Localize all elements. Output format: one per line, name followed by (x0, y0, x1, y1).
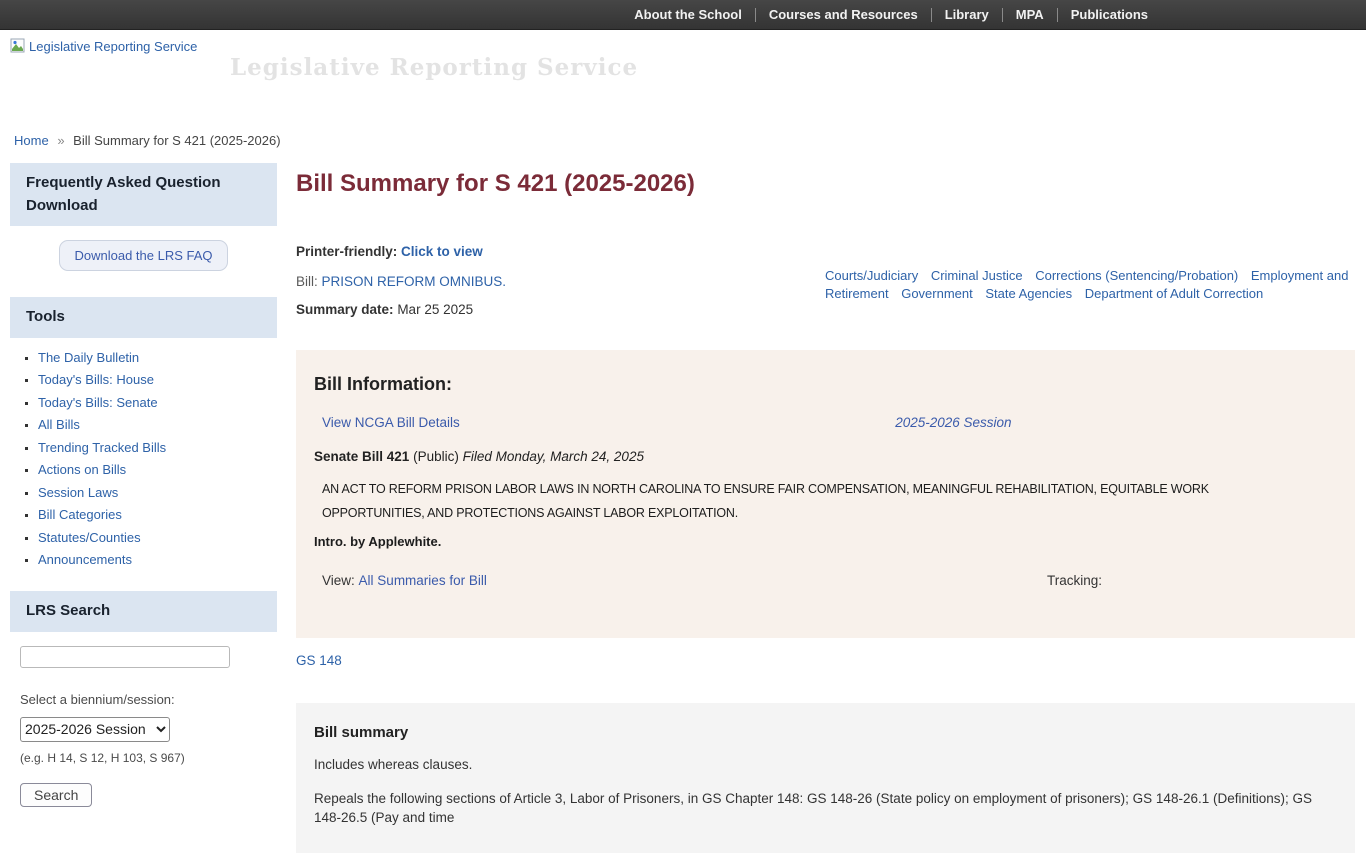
bill-summary-paragraph-2: Repeals the following sections of Articl… (314, 790, 1337, 828)
summary-date-value: Mar 25 2025 (397, 302, 473, 317)
list-item: Session Laws (38, 485, 277, 500)
search-input[interactable] (20, 646, 230, 668)
bill-number: Senate Bill 421 (314, 449, 409, 464)
sidebar-item-actions-on-bills[interactable]: Actions on Bills (38, 462, 126, 477)
list-item: Announcements (38, 552, 277, 567)
sidebar: Frequently Asked Question Download Downl… (10, 163, 277, 807)
nav-about-the-school[interactable]: About the School (634, 7, 742, 22)
nav-publications[interactable]: Publications (1071, 7, 1148, 22)
bill-information-title: Bill Information: (314, 374, 1337, 395)
tracking-label: Tracking: (1047, 573, 1102, 588)
bill-summary-paragraph-1: Includes whereas clauses. (314, 756, 1337, 775)
search-hint: (e.g. H 14, S 12, H 103, S 967) (20, 751, 277, 765)
sidebar-item-announcements[interactable]: Announcements (38, 552, 132, 567)
site-logo-link[interactable]: Legislative Reporting Service (10, 38, 197, 54)
bill-row: Bill: PRISON REFORM OMNIBUS. (296, 274, 825, 289)
list-item: The Daily Bulletin (38, 350, 277, 365)
sidebar-item-statutes-counties[interactable]: Statutes/Counties (38, 530, 141, 545)
printer-friendly-label: Printer-friendly: (296, 244, 397, 259)
bill-info-links-row: View NCGA Bill Details 2025-2026 Session (314, 415, 1337, 430)
tools-panel-header: Tools (10, 297, 277, 338)
category-state-agencies[interactable]: State Agencies (985, 286, 1072, 301)
category-corrections[interactable]: Corrections (Sentencing/Probation) (1035, 268, 1238, 283)
bill-sponsor-line: Intro. by Applewhite. (314, 534, 1337, 549)
category-government[interactable]: Government (901, 286, 973, 301)
ncga-bill-details-link[interactable]: View NCGA Bill Details (322, 415, 460, 430)
lrs-search-form: Select a biennium/session: 2025-2026 Ses… (10, 632, 277, 807)
biennium-select[interactable]: 2025-2026 Session (20, 717, 170, 742)
sidebar-item-todays-bills-house[interactable]: Today's Bills: House (38, 372, 154, 387)
page-title: Bill Summary for S 421 (2025-2026) (296, 170, 1355, 198)
sidebar-item-daily-bulletin[interactable]: The Daily Bulletin (38, 350, 139, 365)
bill-meta-left: Bill: PRISON REFORM OMNIBUS. Summary dat… (296, 259, 825, 317)
search-button[interactable]: Search (20, 783, 92, 807)
category-links: Courts/Judiciary Criminal Justice Correc… (825, 267, 1355, 317)
category-dept-adult-correction[interactable]: Department of Adult Correction (1085, 286, 1263, 301)
printer-friendly-link[interactable]: Click to view (401, 244, 483, 259)
top-nav-bar: About the School Courses and Resources L… (0, 0, 1366, 30)
act-long-title: AN ACT TO REFORM PRISON LABOR LAWS IN NO… (314, 477, 1324, 525)
nav-library[interactable]: Library (945, 7, 989, 22)
lrs-search-panel-header: LRS Search (10, 591, 277, 632)
bill-meta-section: Bill: PRISON REFORM OMNIBUS. Summary dat… (296, 259, 1355, 317)
all-summaries-link[interactable]: All Summaries for Bill (359, 573, 487, 588)
sidebar-item-bill-categories[interactable]: Bill Categories (38, 507, 122, 522)
sidebar-item-trending-tracked-bills[interactable]: Trending Tracked Bills (38, 440, 166, 455)
bill-filed-date: Filed Monday, March 24, 2025 (463, 449, 644, 464)
page-header: Legislative Reporting Service Legislativ… (0, 30, 1366, 163)
biennium-select-label: Select a biennium/session: (20, 692, 277, 707)
summary-date-row: Summary date: Mar 25 2025 (296, 302, 825, 317)
nav-divider (1002, 8, 1003, 22)
nav-divider (1057, 8, 1058, 22)
list-item: Statutes/Counties (38, 530, 277, 545)
site-logo-alt-text: Legislative Reporting Service (29, 39, 197, 54)
nav-divider (931, 8, 932, 22)
bill-type: (Public) (413, 449, 459, 464)
bill-summary-title: Bill summary (314, 724, 1337, 741)
list-item: Bill Categories (38, 507, 277, 522)
printer-friendly-row: Printer-friendly: Click to view (296, 244, 1355, 259)
view-tracking-row: View: All Summaries for Bill Tracking: (314, 573, 1337, 588)
nav-mpa[interactable]: MPA (1016, 7, 1044, 22)
sidebar-item-todays-bills-senate[interactable]: Today's Bills: Senate (38, 395, 158, 410)
list-item: All Bills (38, 417, 277, 432)
statute-row: GS 148 (296, 653, 1355, 668)
bill-header-line: Senate Bill 421 (Public) Filed Monday, M… (314, 449, 1337, 464)
list-item: Actions on Bills (38, 462, 277, 477)
tools-list: The Daily Bulletin Today's Bills: House … (10, 350, 277, 568)
view-label: View: (314, 573, 355, 588)
bill-title-link[interactable]: PRISON REFORM OMNIBUS. (322, 274, 507, 289)
breadcrumb-separator: » (57, 133, 64, 148)
main-content: Bill Summary for S 421 (2025-2026) Print… (296, 163, 1355, 853)
faq-panel-header: Frequently Asked Question Download (10, 163, 277, 226)
session-link[interactable]: 2025-2026 Session (895, 415, 1011, 430)
broken-image-icon (10, 38, 26, 54)
list-item: Trending Tracked Bills (38, 440, 277, 455)
nav-divider (755, 8, 756, 22)
nav-courses-and-resources[interactable]: Courses and Resources (769, 7, 918, 22)
category-criminal-justice[interactable]: Criminal Justice (931, 268, 1023, 283)
content-area: Frequently Asked Question Download Downl… (0, 163, 1366, 853)
category-courts-judiciary[interactable]: Courts/Judiciary (825, 268, 918, 283)
download-faq-button[interactable]: Download the LRS FAQ (59, 240, 227, 271)
bill-label: Bill: (296, 274, 318, 289)
list-item: Today's Bills: Senate (38, 395, 277, 410)
bill-information-box: Bill Information: View NCGA Bill Details… (296, 350, 1355, 638)
site-watermark-title: Legislative Reporting Service (230, 54, 638, 81)
gs-148-link[interactable]: GS 148 (296, 653, 342, 668)
sidebar-item-session-laws[interactable]: Session Laws (38, 485, 118, 500)
summary-date-label: Summary date: (296, 302, 394, 317)
sidebar-item-all-bills[interactable]: All Bills (38, 417, 80, 432)
list-item: Today's Bills: House (38, 372, 277, 387)
breadcrumb-current: Bill Summary for S 421 (2025-2026) (73, 133, 280, 148)
bill-summary-box: Bill summary Includes whereas clauses. R… (296, 703, 1355, 853)
breadcrumb-home-link[interactable]: Home (14, 133, 49, 148)
breadcrumb: Home » Bill Summary for S 421 (2025-2026… (14, 133, 281, 148)
